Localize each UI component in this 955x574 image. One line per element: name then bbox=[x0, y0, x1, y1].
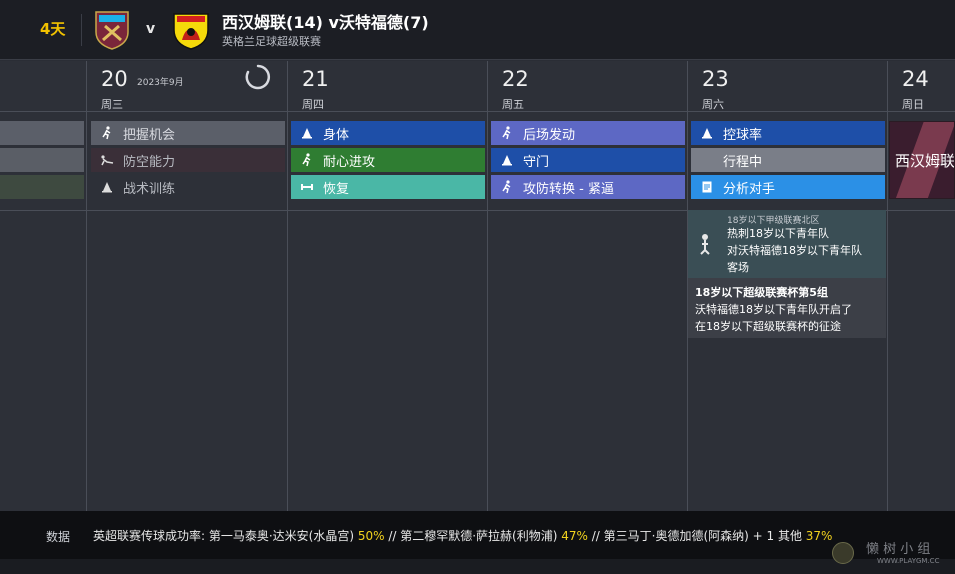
ticker-percent: 37% bbox=[805, 529, 833, 543]
training-tile[interactable]: 后场发动 bbox=[491, 121, 685, 145]
day-column-21[interactable]: 21 周四 身体 耐心进攻 恢复 bbox=[287, 61, 487, 511]
day-number: 24 bbox=[902, 67, 929, 91]
west-ham-crest-icon[interactable] bbox=[93, 10, 131, 50]
news-title: 18岁以下超级联赛杯第5组 bbox=[695, 286, 828, 299]
ticker-percent: 47% bbox=[561, 529, 588, 543]
bottom-strip bbox=[0, 559, 955, 574]
day-header: 24 周日 bbox=[888, 61, 955, 111]
travel-tile[interactable]: 行程中 bbox=[691, 148, 885, 172]
day-number: 23 bbox=[702, 67, 729, 91]
training-tile[interactable]: 身体 bbox=[291, 121, 485, 145]
tile-label: 分析对手 bbox=[723, 181, 776, 197]
training-tile[interactable]: 防空能力 bbox=[91, 148, 285, 172]
weekday-label: 周四 bbox=[302, 98, 324, 111]
month-label: 2023年9月 bbox=[137, 78, 184, 88]
watford-crest-icon[interactable] bbox=[172, 10, 210, 50]
tile-label: 行程中 bbox=[723, 154, 763, 170]
day-header: 22 周五 bbox=[488, 61, 687, 111]
document-icon bbox=[699, 179, 715, 195]
ticker-label: 数据 bbox=[46, 530, 71, 544]
training-session-prev[interactable] bbox=[0, 148, 84, 172]
training-tile[interactable]: 恢复 bbox=[291, 175, 485, 199]
tile-label: 耐心进攻 bbox=[323, 154, 376, 170]
tile-label: 守门 bbox=[523, 154, 550, 170]
training-tile[interactable]: 控球率 bbox=[691, 121, 885, 145]
news-item-fixture[interactable]: 18岁以下甲级联赛北区 热刺18岁以下青年队 对沃特福德18岁以下青年队 客场 bbox=[688, 210, 886, 278]
weekday-label: 周六 bbox=[702, 98, 724, 111]
watermark-url: WWW.PLAYGM.CC bbox=[877, 557, 940, 565]
day-column-22[interactable]: 22 周五 后场发动 守门 攻防转换 - 紧逼 bbox=[487, 61, 687, 511]
tile-label: 恢复 bbox=[323, 181, 350, 197]
tile-label: 身体 bbox=[323, 127, 350, 143]
news-text: 在18岁以下超级联赛杯的征途 bbox=[695, 320, 841, 333]
weekday-label: 周日 bbox=[902, 98, 924, 111]
tile-label: 防空能力 bbox=[123, 154, 176, 170]
days-until-match: 4天 bbox=[40, 20, 66, 38]
versus-label: v bbox=[146, 21, 156, 37]
day-number: 21 bbox=[302, 67, 329, 91]
app-root: 4天 v 西汉姆联(14) v沃特福德(7) 英格兰足球超级联赛 20 2023… bbox=[0, 0, 955, 574]
cone-icon bbox=[299, 125, 315, 141]
day-header: 21 周四 bbox=[288, 61, 487, 111]
day-header: 23 周六 bbox=[688, 61, 887, 111]
ticker-percent: 50% bbox=[357, 529, 385, 543]
loading-spinner-icon bbox=[245, 64, 271, 90]
person-running-icon bbox=[299, 152, 315, 168]
weekday-label: 周三 bbox=[101, 98, 123, 111]
schedule-calendar: 20 2023年9月 周三 把握机会 防空能力 战术训练 21 周四 身体 耐心… bbox=[0, 61, 955, 511]
training-session-prev[interactable] bbox=[0, 121, 84, 145]
tottenham-crest-icon bbox=[700, 234, 710, 255]
ticker-segment: // 第二穆罕默德·萨拉赫(利物浦) bbox=[384, 529, 562, 543]
watermark-logo-icon bbox=[832, 542, 854, 564]
day-header: 20 2023年9月 周三 bbox=[87, 61, 287, 111]
cone-icon bbox=[499, 152, 515, 168]
tile-label: 战术训练 bbox=[123, 181, 176, 197]
cone-icon bbox=[99, 179, 115, 195]
dumbbell-icon bbox=[299, 179, 315, 195]
tile-label: 控球率 bbox=[723, 127, 763, 143]
match-card-label: 西汉姆联 bbox=[895, 152, 955, 170]
tile-label: 后场发动 bbox=[523, 127, 576, 143]
news-text: 热刺18岁以下青年队 bbox=[727, 227, 829, 240]
tile-label: 攻防转换 - 紧逼 bbox=[523, 181, 614, 197]
ticker-text[interactable]: 英超联赛传球成功率: 第一马泰奥·达米安(水晶宫) 50% // 第二穆罕默德·… bbox=[93, 527, 832, 544]
ticker-segment: 英超联赛传球成功率: 第一马泰奥·达米安(水晶宫) bbox=[93, 529, 358, 543]
day-column-20[interactable]: 20 2023年9月 周三 把握机会 防空能力 战术训练 bbox=[86, 61, 287, 511]
match-header: 4天 v 西汉姆联(14) v沃特福德(7) 英格兰足球超级联赛 bbox=[0, 0, 955, 60]
cone-icon bbox=[699, 125, 715, 141]
news-text: 客场 bbox=[727, 261, 749, 274]
day-number: 22 bbox=[502, 67, 529, 91]
training-tile[interactable]: 战术训练 bbox=[91, 175, 285, 199]
news-text: 沃特福德18岁以下青年队开启了 bbox=[695, 303, 852, 316]
tile-label: 把握机会 bbox=[123, 127, 176, 143]
divider bbox=[81, 14, 82, 46]
training-tile[interactable]: 攻防转换 - 紧逼 bbox=[491, 175, 685, 199]
match-title[interactable]: 西汉姆联(14) v沃特福德(7) bbox=[222, 9, 429, 33]
weekday-label: 周五 bbox=[502, 98, 524, 111]
person-running-icon bbox=[99, 125, 115, 141]
sliding-tackle-icon bbox=[99, 152, 115, 168]
match-day-card[interactable]: 西汉姆联 bbox=[889, 121, 955, 199]
training-tile[interactable]: 守门 bbox=[491, 148, 685, 172]
training-tile[interactable]: 把握机会 bbox=[91, 121, 285, 145]
day-number: 20 bbox=[101, 67, 128, 91]
training-tile[interactable]: 分析对手 bbox=[691, 175, 885, 199]
training-session-prev[interactable] bbox=[0, 175, 84, 199]
stats-ticker: 数据 英超联赛传球成功率: 第一马泰奥·达米安(水晶宫) 50% // 第二穆罕… bbox=[0, 511, 955, 559]
person-running-icon bbox=[499, 125, 515, 141]
ticker-segment: // 第三马丁·奥德加德(阿森纳) + 1 其他 bbox=[587, 529, 806, 543]
watermark-text: 懒 树 小 组 bbox=[866, 542, 931, 557]
person-running-icon bbox=[499, 179, 515, 195]
competition-name[interactable]: 英格兰足球超级联赛 bbox=[222, 33, 321, 49]
news-text: 对沃特福德18岁以下青年队 bbox=[727, 244, 862, 257]
training-tile[interactable]: 耐心进攻 bbox=[291, 148, 485, 172]
news-item-cup[interactable]: 18岁以下超级联赛杯第5组 沃特福德18岁以下青年队开启了 在18岁以下超级联赛… bbox=[688, 278, 886, 338]
